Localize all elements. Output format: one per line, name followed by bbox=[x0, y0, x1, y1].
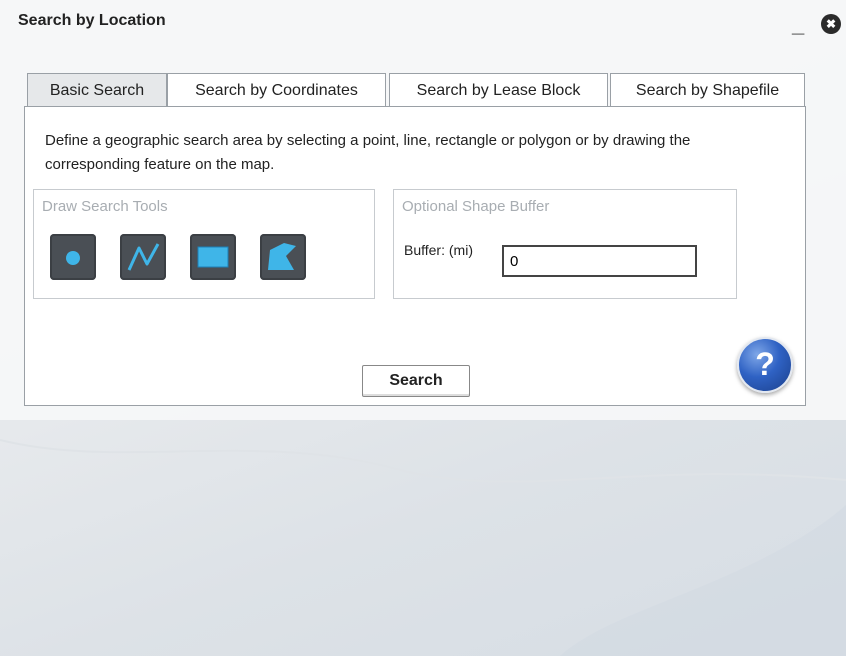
search-button[interactable]: Search bbox=[362, 365, 470, 397]
buffer-input[interactable] bbox=[502, 245, 697, 277]
rectangle-icon bbox=[197, 246, 229, 268]
optional-shape-buffer-legend: Optional Shape Buffer bbox=[402, 198, 550, 215]
point-icon bbox=[66, 251, 80, 265]
help-icon[interactable]: ? bbox=[737, 337, 793, 393]
draw-search-tools-legend: Draw Search Tools bbox=[42, 198, 168, 215]
basic-search-panel: Define a geographic search area by selec… bbox=[24, 106, 806, 406]
polygon-icon bbox=[268, 243, 296, 270]
optional-shape-buffer-group: Optional Shape Buffer Buffer: (mi) bbox=[393, 189, 737, 299]
tab-search-by-lease-block[interactable]: Search by Lease Block bbox=[389, 73, 608, 107]
tab-search-by-shapefile[interactable]: Search by Shapefile bbox=[610, 73, 805, 107]
draw-search-tools-group: Draw Search Tools bbox=[33, 189, 375, 299]
buffer-label: Buffer: (mi) bbox=[404, 242, 473, 258]
point-tool-button[interactable] bbox=[50, 234, 96, 280]
tab-basic-search[interactable]: Basic Search bbox=[27, 73, 167, 107]
search-by-location-window: Search by Location _ ✖ Basic Search Sear… bbox=[0, 0, 846, 420]
search-description: Define a geographic search area by selec… bbox=[45, 132, 691, 173]
rectangle-tool-button[interactable] bbox=[190, 234, 236, 280]
line-tool-button[interactable] bbox=[120, 234, 166, 280]
line-icon bbox=[127, 243, 160, 271]
window-title: Search by Location bbox=[18, 12, 166, 29]
minimize-button[interactable]: _ bbox=[792, 14, 804, 36]
close-icon[interactable]: ✖ bbox=[821, 14, 841, 34]
polygon-tool-button[interactable] bbox=[260, 234, 306, 280]
tab-search-by-coordinates[interactable]: Search by Coordinates bbox=[167, 73, 386, 107]
title-bar[interactable]: Search by Location _ ✖ bbox=[0, 0, 846, 44]
